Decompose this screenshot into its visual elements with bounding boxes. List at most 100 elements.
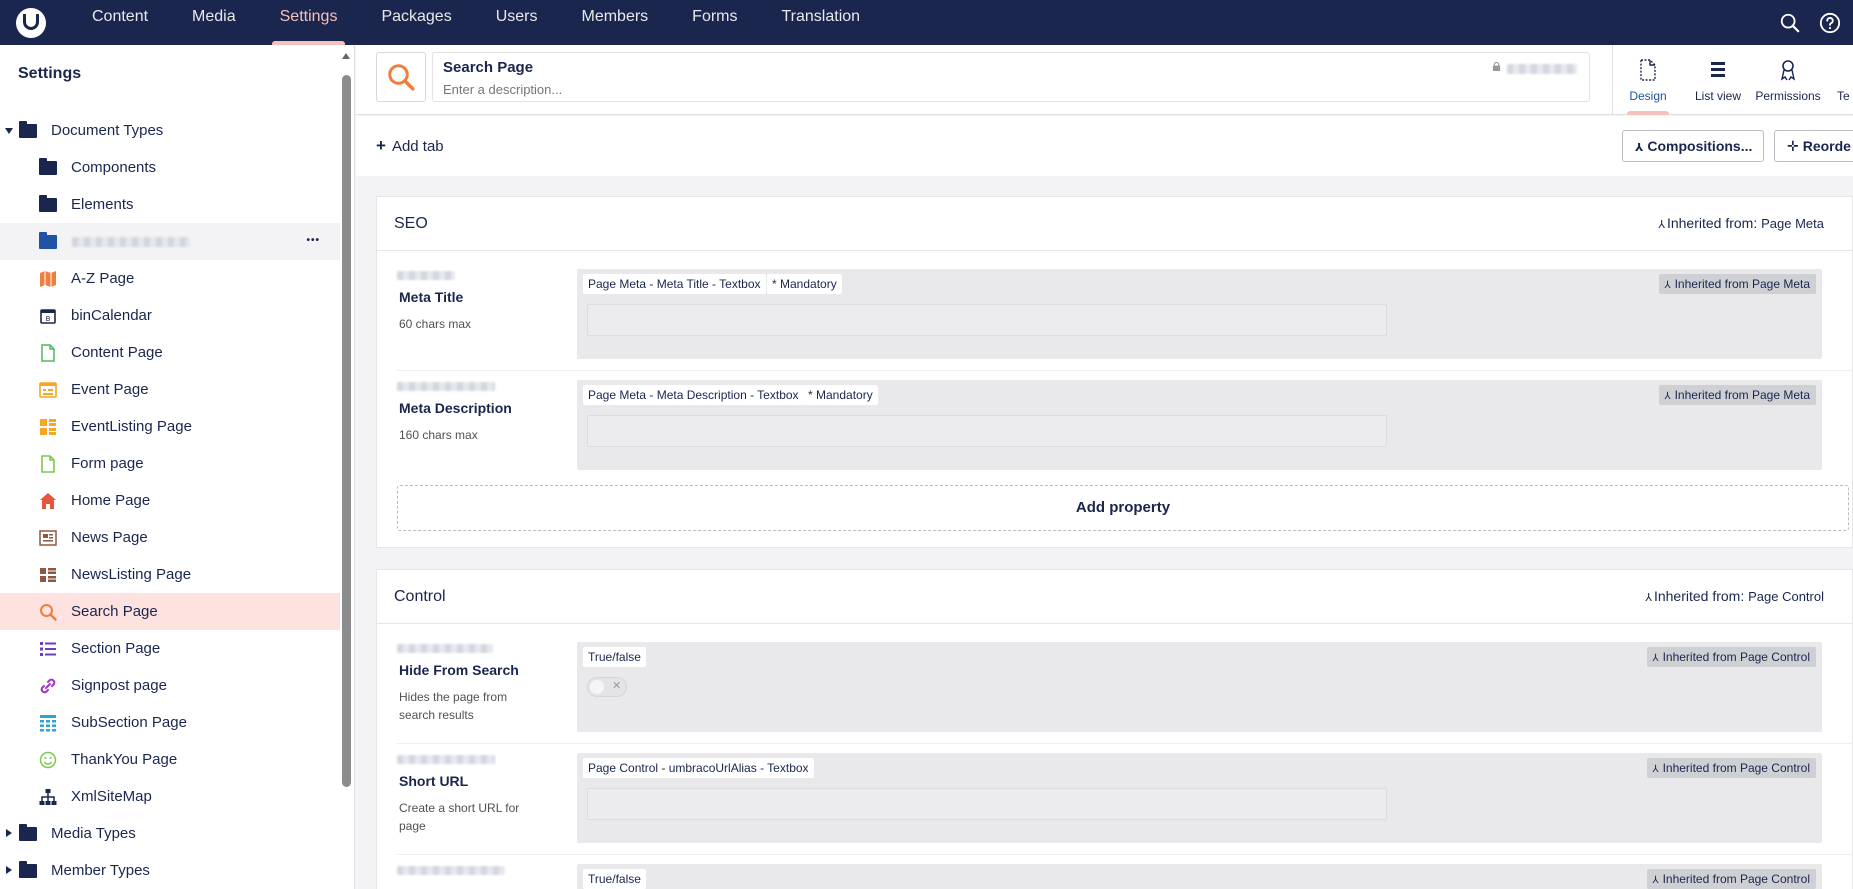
- table-icon: [39, 714, 57, 732]
- description-input[interactable]: [443, 82, 1243, 97]
- property-editor-preview[interactable]: Page Control - umbracoUrlAlias - Textbox…: [577, 753, 1822, 843]
- nav-forms[interactable]: Forms: [670, 0, 759, 45]
- tree-item[interactable]: Home Page: [0, 482, 340, 519]
- search-icon: [39, 603, 57, 621]
- tree-item[interactable]: Components: [0, 149, 340, 186]
- caret-right-icon[interactable]: [6, 866, 12, 874]
- app-label: Permissions: [1755, 89, 1821, 103]
- property-meta-title: Meta Title 60 chars max Page Meta - Meta…: [397, 269, 1853, 371]
- tree-item-label: Event Page: [71, 381, 149, 398]
- nav-translation[interactable]: Translation: [760, 0, 883, 45]
- app-design[interactable]: Design: [1613, 45, 1683, 115]
- property-hide-from-search: Hide From Search Hides the page from sea…: [397, 642, 1853, 744]
- tree-item[interactable]: ThankYou Page: [0, 741, 340, 778]
- inherit-icon: ⅄: [1645, 592, 1652, 604]
- property-editor-preview[interactable]: Page Meta - Meta Title - Textbox * Manda…: [577, 269, 1822, 359]
- sidebar-scrollbar[interactable]: [342, 53, 351, 889]
- inherited-badge: ⅄ Inherited from Page Control: [1647, 869, 1816, 889]
- caret-down-icon[interactable]: [5, 128, 13, 134]
- map-icon: [39, 270, 57, 288]
- document-type-icon-picker[interactable]: [376, 52, 426, 102]
- app-permissions[interactable]: Permissions: [1753, 45, 1823, 115]
- folder-icon: [19, 861, 37, 880]
- tree-item[interactable]: Media Types: [0, 815, 340, 852]
- property-meta-description: Meta Description 160 chars max Page Meta…: [397, 380, 1853, 482]
- tree-item[interactable]: Search Page: [0, 593, 340, 630]
- tree-item-label: XmlSiteMap: [71, 788, 152, 805]
- document-type-name-input[interactable]: [443, 59, 1243, 76]
- list-view-icon: [1711, 62, 1725, 77]
- nav-content[interactable]: Content: [70, 0, 170, 45]
- tree-item[interactable]: BbinCalendar: [0, 297, 340, 334]
- tree-item[interactable]: Content Page: [0, 334, 340, 371]
- tree-item-label: Section Page: [71, 640, 161, 657]
- tree-item[interactable]: SubSection Page: [0, 704, 340, 741]
- inherited-badge-label: Inherited from Page Control: [1662, 761, 1810, 775]
- nav-packages[interactable]: Packages: [359, 0, 473, 45]
- tree-item[interactable]: A-Z Page: [0, 260, 340, 297]
- compositions-label: Compositions...: [1647, 138, 1753, 154]
- tree-item-label: Content Page: [71, 344, 163, 361]
- add-tab-label: Add tab: [391, 138, 444, 155]
- tree-item-label: SubSection Page: [71, 714, 187, 731]
- add-tab-button[interactable]: + Add tab: [376, 136, 444, 156]
- tree-item[interactable]: Form page: [0, 445, 340, 482]
- tree-item[interactable]: Event Page: [0, 371, 340, 408]
- add-property-button[interactable]: Add property: [397, 485, 1849, 531]
- app-list-view[interactable]: List view: [1683, 45, 1753, 115]
- compositions-button[interactable]: ⅄ Compositions...: [1622, 130, 1764, 162]
- search-icon[interactable]: [1779, 12, 1801, 34]
- property-editor-preview[interactable]: Page Meta - Meta Description - Textbox *…: [577, 380, 1822, 470]
- umbraco-logo-icon[interactable]: [16, 7, 46, 38]
- help-icon[interactable]: [1819, 12, 1841, 34]
- tree-item-label: NewsListing Page: [71, 566, 192, 583]
- tree-item-label: Components: [71, 159, 157, 176]
- property-editor-tag: True/false: [583, 869, 646, 889]
- tree-item-label: ThankYou Page: [71, 751, 178, 768]
- bullet-list-icon: [39, 640, 57, 658]
- app-templates[interactable]: Te: [1823, 45, 1853, 115]
- group-inherited: ⅄ Inherited from: Page Control: [1645, 588, 1824, 604]
- mandatory-tag: * Mandatory: [767, 274, 842, 294]
- tree-item-label: Form page: [71, 455, 144, 472]
- tree-item[interactable]: •••: [0, 223, 340, 260]
- tree-item[interactable]: Signpost page: [0, 667, 340, 704]
- inherit-icon: ⅄: [1664, 391, 1671, 402]
- settings-tree: Document Types Components Elements ••• A-Z P…: [0, 112, 340, 889]
- toggle-preview: ✕: [587, 677, 627, 697]
- tree-item[interactable]: EventListing Page: [0, 408, 340, 445]
- tree-item[interactable]: Section Page: [0, 630, 340, 667]
- property-editor-tag: Page Meta - Meta Title - Textbox: [583, 274, 766, 294]
- tree-item[interactable]: News Page: [0, 519, 340, 556]
- tree-item[interactable]: Document Types: [0, 112, 340, 149]
- property-editor-preview[interactable]: True/false ⅄ Inherited from Page Control: [577, 864, 1822, 889]
- group-inherited: ⅄ Inherited from: Page Meta: [1658, 215, 1824, 231]
- more-options-icon[interactable]: •••: [306, 235, 320, 246]
- property-alias-redacted: [397, 271, 455, 280]
- property-alias-redacted: [397, 382, 495, 391]
- scroll-up-arrow-icon[interactable]: [342, 53, 350, 59]
- caret-right-icon[interactable]: [6, 829, 12, 837]
- nav-settings[interactable]: Settings: [258, 0, 360, 45]
- property-description: 60 chars max: [399, 317, 472, 331]
- property-editor-preview[interactable]: True/false ⅄ Inherited from Page Control …: [577, 642, 1822, 732]
- tree-item[interactable]: Member Types: [0, 852, 340, 889]
- tree-item-label: Signpost page: [71, 677, 167, 694]
- plus-icon: +: [376, 136, 386, 155]
- lock-icon[interactable]: [1492, 62, 1501, 71]
- editor-apps: Design List view Permissions Te: [1612, 45, 1853, 115]
- form-icon: [39, 455, 57, 473]
- editor-body: + Add tab ⅄ Compositions... ✛ Reorde SEO ⅄ I…: [356, 116, 1853, 889]
- top-navigation-bar: Content Media Settings Packages Users Me…: [0, 0, 1853, 45]
- tree-item[interactable]: NewsListing Page: [0, 556, 340, 593]
- nav-members[interactable]: Members: [559, 0, 670, 45]
- nav-media[interactable]: Media: [170, 0, 258, 45]
- tree-item[interactable]: Elements: [0, 186, 340, 223]
- reorder-button[interactable]: ✛ Reorde: [1774, 130, 1853, 162]
- nav-users[interactable]: Users: [474, 0, 560, 45]
- inherited-badge-label: Inherited from Page Meta: [1674, 388, 1810, 402]
- redacted-label: [72, 237, 190, 247]
- scrollbar-thumb[interactable]: [342, 75, 351, 787]
- tree-item-label: Home Page: [71, 492, 151, 509]
- tree-item[interactable]: XmlSiteMap: [0, 778, 340, 815]
